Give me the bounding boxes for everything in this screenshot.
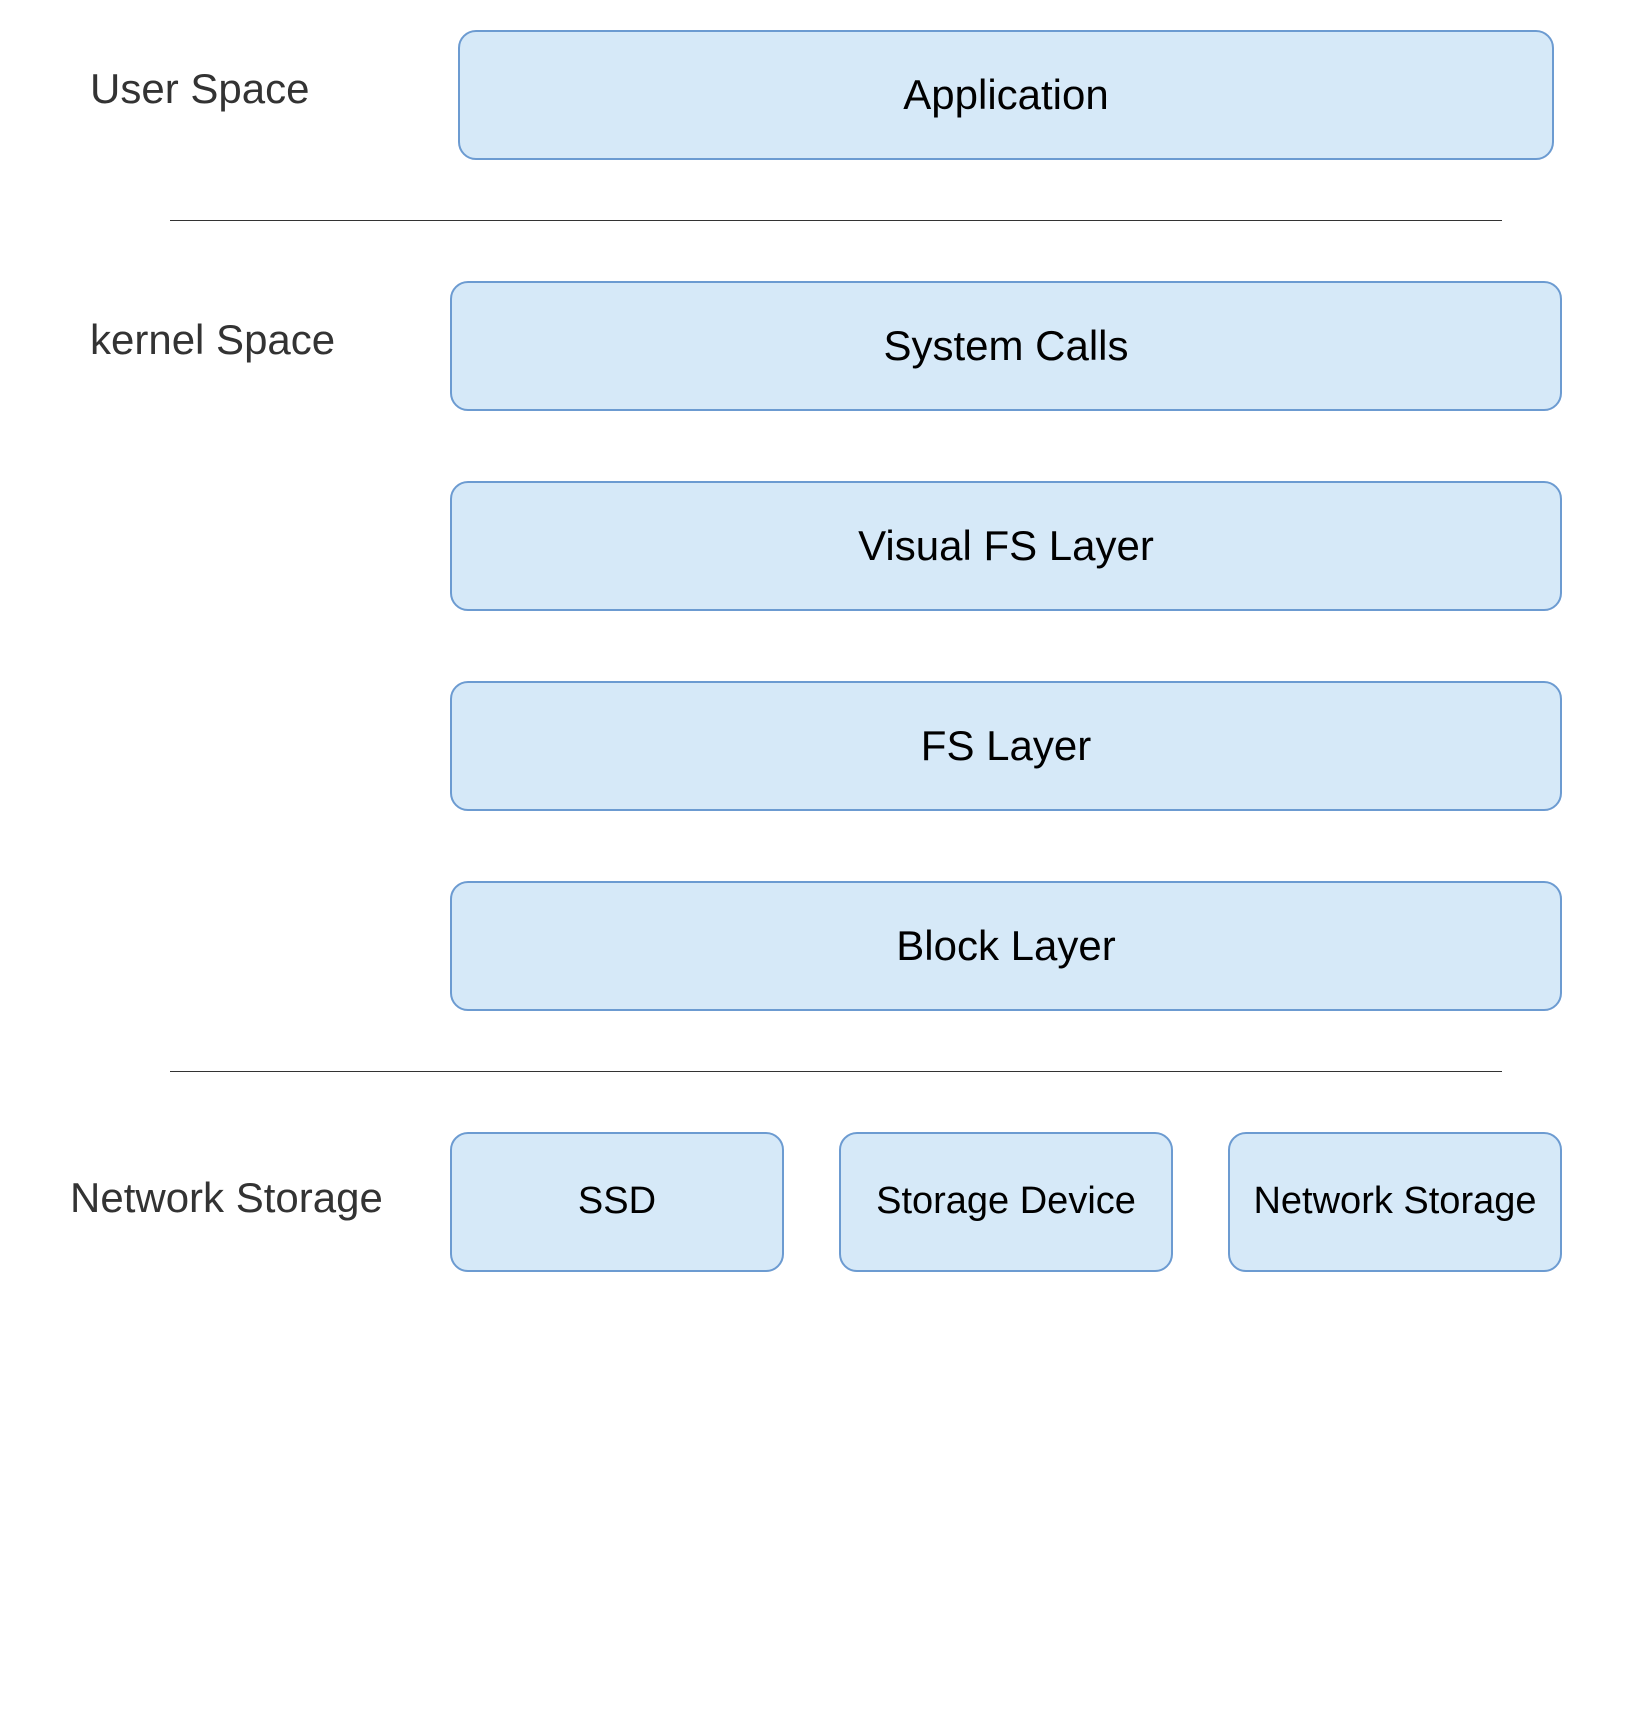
ssd-box: SSD — [450, 1132, 784, 1272]
divider-user-kernel — [170, 220, 1502, 221]
block-layer-box: Block Layer — [450, 881, 1562, 1011]
divider-kernel-storage — [170, 1071, 1502, 1072]
kernel-space-content: System Calls Visual FS Layer FS Layer Bl… — [450, 281, 1562, 1011]
network-storage-label: Network Storage — [70, 1132, 450, 1222]
user-space-label: User Space — [70, 30, 450, 113]
system-calls-box: System Calls — [450, 281, 1562, 411]
user-space-section: User Space Application — [70, 30, 1562, 160]
kernel-space-label: kernel Space — [70, 281, 450, 364]
storage-device-box: Storage Device — [839, 1132, 1173, 1272]
kernel-space-section: kernel Space System Calls Visual FS Laye… — [70, 281, 1562, 1011]
fs-layer-box: FS Layer — [450, 681, 1562, 811]
network-storage-section: Network Storage SSD Storage Device Netwo… — [70, 1132, 1562, 1272]
visual-fs-layer-box: Visual FS Layer — [450, 481, 1562, 611]
application-box: Application — [458, 30, 1554, 160]
storage-devices-row: SSD Storage Device Network Storage — [450, 1132, 1562, 1272]
network-storage-box: Network Storage — [1228, 1132, 1562, 1272]
user-space-content: Application — [450, 30, 1562, 160]
storage-stack-diagram: User Space Application kernel Space Syst… — [70, 30, 1562, 1272]
